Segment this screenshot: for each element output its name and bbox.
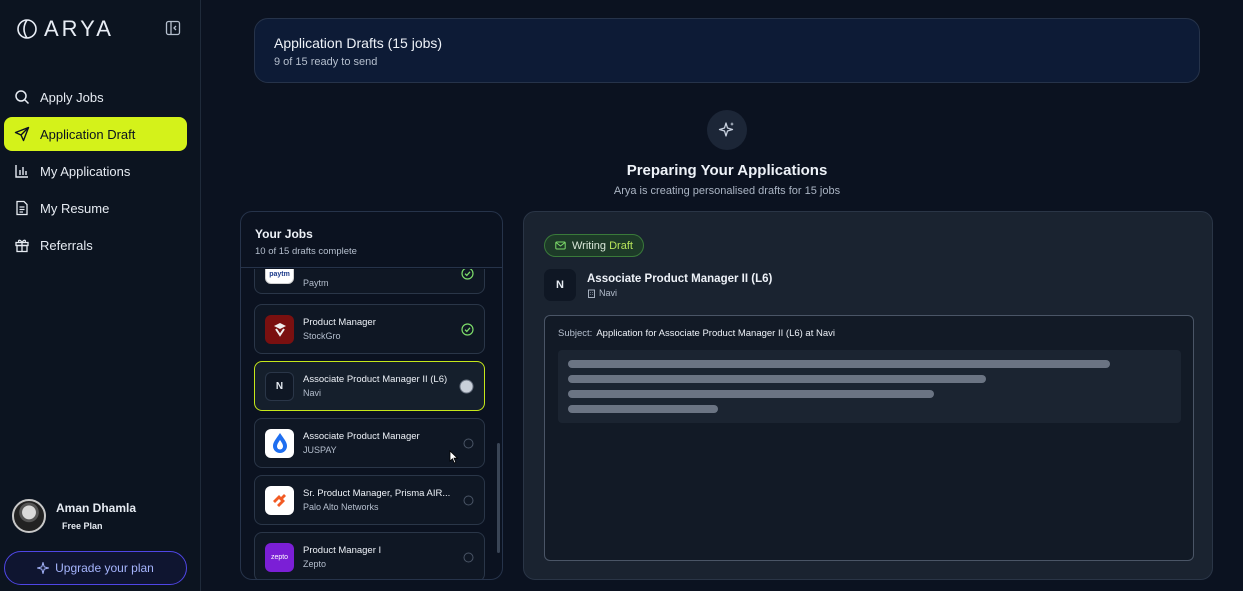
paytm-logo-icon: paytm (265, 269, 294, 284)
job-company: StockGro (303, 331, 341, 341)
mail-icon (555, 241, 566, 250)
gift-icon (15, 239, 29, 253)
logo-text: ARYA (44, 16, 114, 41)
nav-label: My Resume (40, 200, 110, 216)
job-company: Navi (303, 388, 322, 398)
jobs-list[interactable]: paytm Paytm Product Manager StockGro N A… (241, 269, 502, 579)
job-item-paytm[interactable]: paytm Paytm (254, 269, 485, 294)
email-subject: Subject: Application for Associate Produc… (558, 328, 835, 339)
navi-logo-icon: N (265, 371, 294, 401)
email-body-skeleton (558, 350, 1181, 423)
skeleton-line (568, 375, 986, 383)
job-company: Paytm (303, 277, 329, 288)
arya-logo-icon (17, 19, 37, 39)
sidebar-collapse-icon[interactable] (165, 20, 181, 36)
subject-text: Application for Associate Product Manage… (596, 328, 836, 339)
job-item-stockgro[interactable]: Product Manager StockGro (254, 304, 485, 354)
zepto-logo-icon: zepto (265, 542, 294, 572)
building-icon (588, 289, 595, 298)
jobs-subtitle: 10 of 15 drafts complete (255, 246, 357, 257)
job-company: Zepto (303, 559, 327, 569)
job-item-zepto[interactable]: zepto Product Manager I Zepto (254, 532, 485, 579)
job-company: JUSPAY (303, 445, 337, 455)
upgrade-label: Upgrade your plan (55, 561, 154, 575)
writing-draft-badge: Writing Draft (544, 234, 644, 257)
mouse-cursor-icon (449, 450, 459, 464)
pending-circle-icon (463, 495, 474, 506)
preparing-title: Preparing Your Applications (626, 162, 828, 179)
skeleton-line (568, 360, 1110, 368)
job-item-palo-alto[interactable]: Sr. Product Manager, Prisma AIR... Palo … (254, 475, 485, 525)
nav-item-my-resume[interactable]: My Resume (4, 191, 187, 225)
upgrade-plan-button[interactable]: Upgrade your plan (4, 551, 187, 585)
stockgro-logo-icon (265, 314, 294, 344)
jobs-title: Your Jobs (255, 227, 313, 241)
check-circle-icon (461, 269, 474, 280)
nav-item-application-draft[interactable]: Application Draft (4, 117, 187, 151)
nav-label: Referrals (40, 237, 93, 253)
pending-circle-icon (463, 438, 474, 449)
jobs-panel: Your Jobs 10 of 15 drafts complete paytm… (240, 211, 503, 580)
jobs-header: Your Jobs 10 of 15 drafts complete (241, 212, 502, 268)
banner-title: Application Drafts (15 jobs) (274, 35, 443, 51)
job-item-navi[interactable]: N Associate Product Manager II (L6) Navi (254, 361, 485, 411)
user-profile[interactable]: Aman Dhamla Free Plan (12, 499, 136, 533)
user-name: Aman Dhamla (56, 501, 137, 515)
sidebar-nav: Apply Jobs Application Draft My Applicat… (4, 80, 187, 265)
nav-item-apply-jobs[interactable]: Apply Jobs (4, 80, 187, 114)
draft-company: Navi (587, 288, 617, 298)
bar-chart-icon (15, 165, 28, 178)
pending-circle-icon (463, 552, 474, 563)
preparing-sparkle (707, 110, 747, 150)
check-circle-icon (461, 323, 474, 336)
user-plan: Free Plan (62, 521, 103, 531)
skeleton-line (568, 405, 718, 413)
palo-alto-logo-icon (265, 485, 294, 515)
skeleton-line (568, 390, 934, 398)
avatar (12, 499, 46, 533)
email-draft-box[interactable]: Subject: Application for Associate Produc… (544, 315, 1194, 561)
logo[interactable]: ARYA (16, 16, 114, 42)
search-icon (15, 90, 30, 105)
nav-item-my-applications[interactable]: My Applications (4, 154, 187, 188)
draft-panel: Writing Draft N Associate Product Manage… (523, 211, 1213, 580)
nav-label: Apply Jobs (40, 89, 104, 105)
job-title: Associate Product Manager (303, 431, 420, 442)
job-title: Associate Product Manager II (L6) (303, 374, 448, 385)
send-icon (14, 126, 30, 142)
sidebar: ARYA Apply Jobs Application Draft My App… (0, 0, 201, 591)
in-progress-icon (459, 379, 474, 394)
juspay-logo-icon (265, 428, 294, 458)
navi-logo-icon: N (544, 269, 576, 301)
draft-company-name: Navi (599, 288, 618, 298)
badge-accent: Draft (609, 239, 633, 252)
subject-label: Subject: (558, 328, 593, 339)
job-title: Product Manager I (303, 545, 382, 556)
nav-item-referrals[interactable]: Referrals (4, 228, 187, 262)
sparkle-icon (37, 562, 50, 574)
jobs-scrollbar[interactable] (497, 443, 500, 553)
nav-label: Application Draft (40, 126, 136, 142)
job-title: Product Manager (303, 317, 376, 328)
document-icon (16, 200, 28, 216)
job-title: Sr. Product Manager, Prisma AIR... (303, 488, 451, 499)
banner-subtitle: 9 of 15 ready to send (274, 56, 378, 68)
nav-label: My Applications (40, 163, 131, 179)
draft-job-title: Associate Product Manager II (L6) (587, 273, 773, 285)
drafts-banner: Application Drafts (15 jobs) 9 of 15 rea… (254, 18, 1200, 83)
sparkle-icon (718, 122, 734, 137)
badge-label: Writing (572, 239, 607, 252)
job-company: Palo Alto Networks (303, 502, 379, 512)
preparing-subtitle: Arya is creating personalised drafts for… (613, 185, 841, 197)
